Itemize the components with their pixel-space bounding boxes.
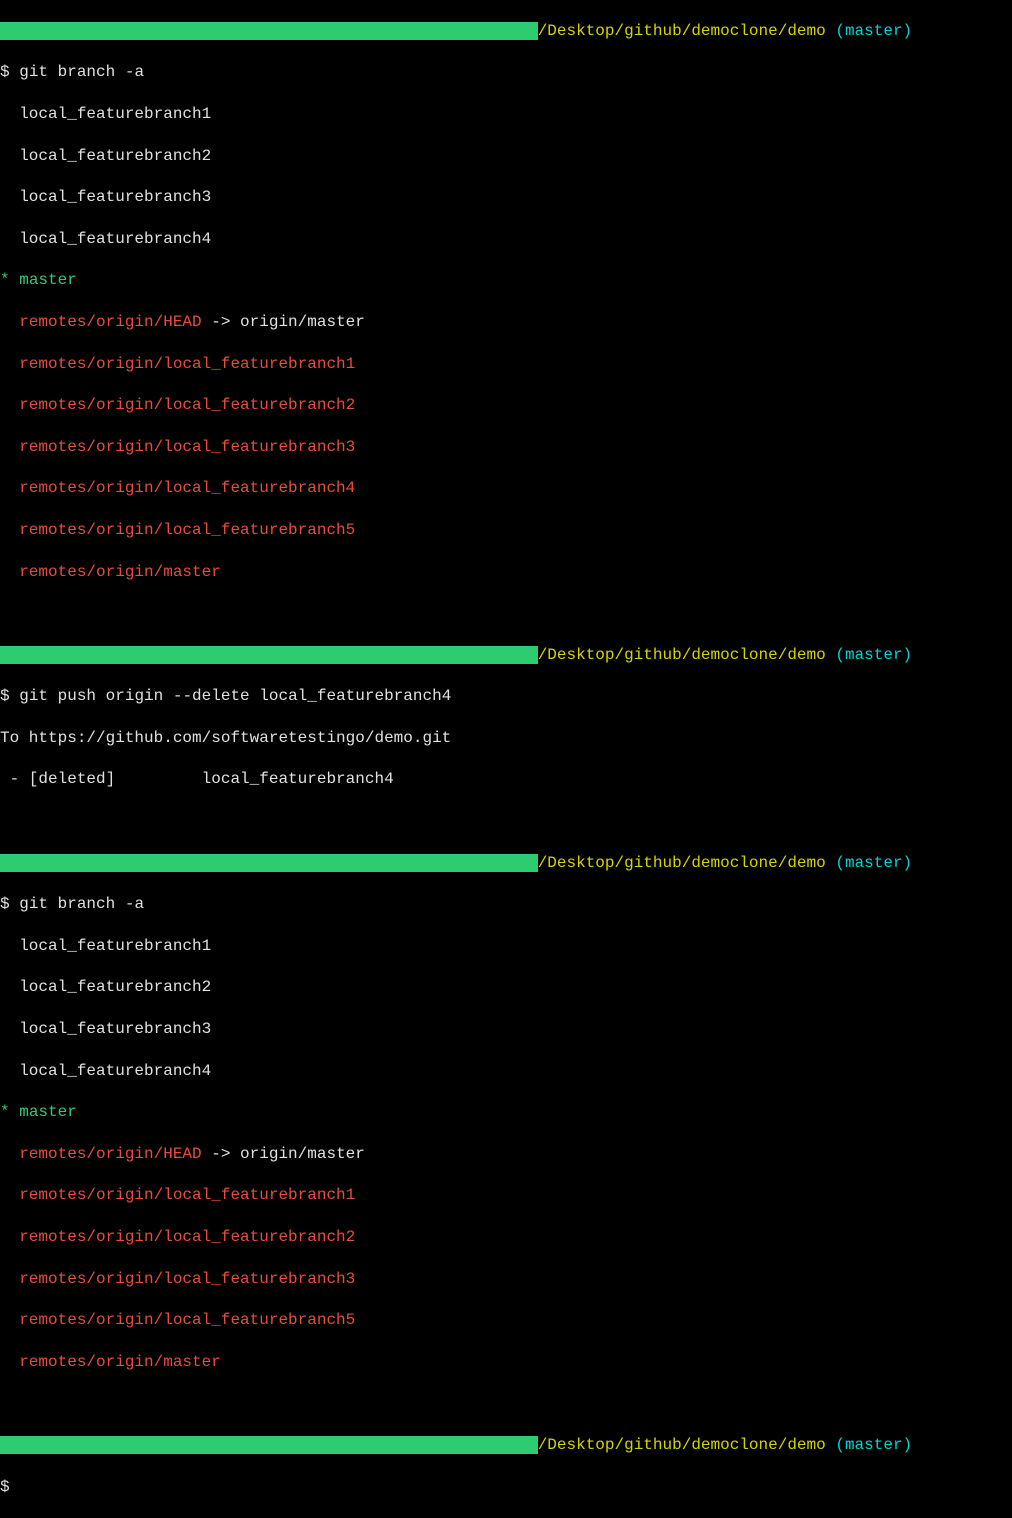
current-branch-marker: * xyxy=(0,271,10,289)
local-branch-item: local_featurebranch3 xyxy=(19,1020,211,1038)
remote-branch-item: remotes/origin/local_featurebranch4 xyxy=(19,479,355,497)
prompt-line: /Desktop/github/democlone/demo (master) xyxy=(0,853,1012,874)
prompt-cursor: $ xyxy=(0,1478,10,1496)
remote-branch-item: remotes/origin/local_featurebranch3 xyxy=(19,438,355,456)
branch-indicator: (master) xyxy=(826,1436,912,1454)
remote-branch-item: remotes/origin/master xyxy=(19,563,221,581)
current-branch-name: master xyxy=(19,1103,77,1121)
branch-output: remotes/origin/master xyxy=(0,1352,1012,1373)
local-branch-item: local_featurebranch4 xyxy=(19,230,211,248)
user-host-bar xyxy=(0,646,538,664)
remote-branch-item: remotes/origin/local_featurebranch5 xyxy=(19,1311,355,1329)
prompt-path: /Desktop/github/democlone/demo xyxy=(538,646,826,664)
current-branch-line: * master xyxy=(0,270,1012,291)
user-host-bar xyxy=(0,854,538,872)
remote-branch-item: remotes/origin/master xyxy=(19,1353,221,1371)
remote-branch-item: remotes/origin/local_featurebranch5 xyxy=(19,521,355,539)
branch-indicator: (master) xyxy=(826,854,912,872)
local-branch-item: local_featurebranch1 xyxy=(19,937,211,955)
head-pointer: -> origin/master xyxy=(202,313,365,331)
current-branch-name: master xyxy=(19,271,77,289)
branch-indicator: (master) xyxy=(826,22,912,40)
prompt-line: /Desktop/github/democlone/demo (master) xyxy=(0,21,1012,42)
branch-output: local_featurebranch4 xyxy=(0,229,1012,250)
git-command: git branch -a xyxy=(19,895,144,913)
current-branch-line: * master xyxy=(0,1102,1012,1123)
local-branch-item: local_featurebranch4 xyxy=(19,1062,211,1080)
branch-output: remotes/origin/local_featurebranch1 xyxy=(0,354,1012,375)
remote-branch-item: remotes/origin/local_featurebranch2 xyxy=(19,396,355,414)
git-command: git branch -a xyxy=(19,63,144,81)
branch-output: remotes/origin/local_featurebranch1 xyxy=(0,1185,1012,1206)
branch-output: remotes/origin/master xyxy=(0,562,1012,583)
remote-head-line: remotes/origin/HEAD -> origin/master xyxy=(0,312,1012,333)
branch-output: remotes/origin/local_featurebranch3 xyxy=(0,1269,1012,1290)
command-line[interactable]: $ git branch -a xyxy=(0,62,1012,83)
prompt-line: /Desktop/github/democlone/demo (master) xyxy=(0,645,1012,666)
remote-branch-item: remotes/origin/HEAD xyxy=(19,1145,201,1163)
remote-branch-item: remotes/origin/local_featurebranch1 xyxy=(19,355,355,373)
local-branch-item: local_featurebranch1 xyxy=(19,105,211,123)
terminal-output: /Desktop/github/democlone/demo (master) … xyxy=(0,0,1012,1518)
command-line[interactable]: $ git branch -a xyxy=(0,894,1012,915)
prompt-path: /Desktop/github/democlone/demo xyxy=(538,22,826,40)
blank-line xyxy=(0,603,1012,624)
current-branch-marker: * xyxy=(0,1103,10,1121)
branch-output: local_featurebranch2 xyxy=(0,146,1012,167)
remote-branch-item: remotes/origin/local_featurebranch2 xyxy=(19,1228,355,1246)
branch-output: remotes/origin/local_featurebranch4 xyxy=(0,478,1012,499)
prompt-path: /Desktop/github/democlone/demo xyxy=(538,1436,826,1454)
branch-output: local_featurebranch3 xyxy=(0,187,1012,208)
branch-output: local_featurebranch2 xyxy=(0,977,1012,998)
head-pointer: -> origin/master xyxy=(202,1145,365,1163)
prompt-line: /Desktop/github/democlone/demo (master) xyxy=(0,1435,1012,1456)
blank-line xyxy=(0,1393,1012,1414)
local-branch-item: local_featurebranch3 xyxy=(19,188,211,206)
remote-head-line: remotes/origin/HEAD -> origin/master xyxy=(0,1144,1012,1165)
remote-branch-item: remotes/origin/local_featurebranch3 xyxy=(19,1270,355,1288)
branch-output: remotes/origin/local_featurebranch3 xyxy=(0,437,1012,458)
branch-output: remotes/origin/local_featurebranch5 xyxy=(0,520,1012,541)
branch-output: local_featurebranch4 xyxy=(0,1061,1012,1082)
local-branch-item: local_featurebranch2 xyxy=(19,978,211,996)
prompt-path: /Desktop/github/democlone/demo xyxy=(538,854,826,872)
branch-output: local_featurebranch1 xyxy=(0,104,1012,125)
git-command: git push origin --delete local_featurebr… xyxy=(19,687,451,705)
remote-branch-item: remotes/origin/HEAD xyxy=(19,313,201,331)
push-output: To https://github.com/softwaretestingo/d… xyxy=(0,728,1012,749)
local-branch-item: local_featurebranch2 xyxy=(19,147,211,165)
branch-output: remotes/origin/local_featurebranch5 xyxy=(0,1310,1012,1331)
branch-output: remotes/origin/local_featurebranch2 xyxy=(0,1227,1012,1248)
branch-output: local_featurebranch1 xyxy=(0,936,1012,957)
branch-output: local_featurebranch3 xyxy=(0,1019,1012,1040)
branch-indicator: (master) xyxy=(826,646,912,664)
branch-output: remotes/origin/local_featurebranch2 xyxy=(0,395,1012,416)
command-line[interactable]: $ xyxy=(0,1477,1012,1498)
remote-branch-item: remotes/origin/local_featurebranch1 xyxy=(19,1186,355,1204)
push-output: - [deleted] local_featurebranch4 xyxy=(0,769,1012,790)
user-host-bar xyxy=(0,22,538,40)
blank-line xyxy=(0,811,1012,832)
command-line[interactable]: $ git push origin --delete local_feature… xyxy=(0,686,1012,707)
user-host-bar xyxy=(0,1436,538,1454)
